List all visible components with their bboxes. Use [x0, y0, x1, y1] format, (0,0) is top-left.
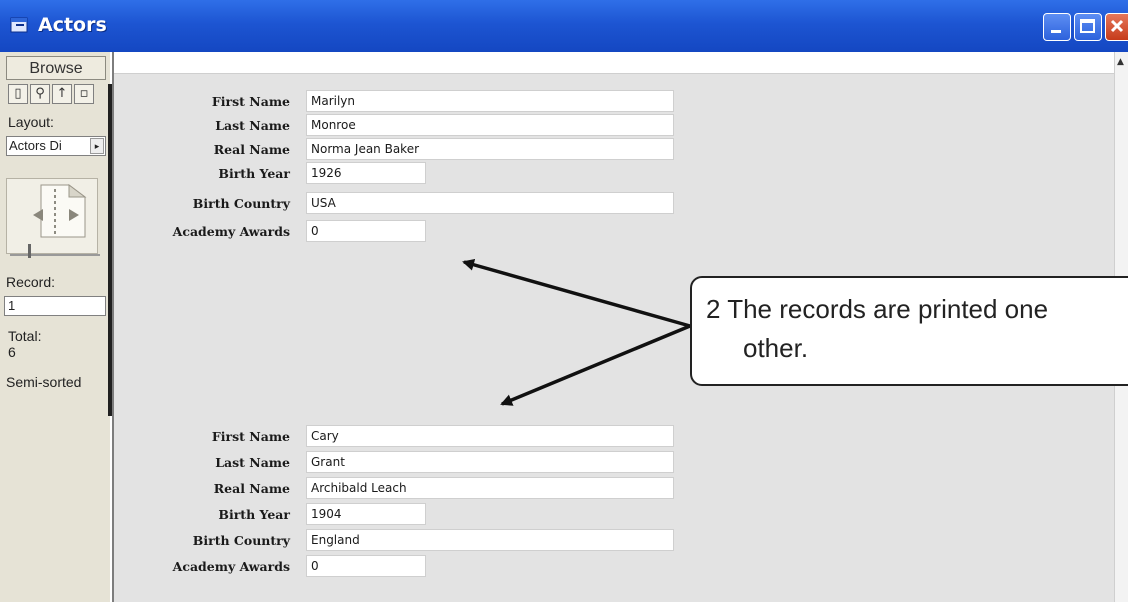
window-title: Actors — [38, 14, 107, 36]
field-birth-year[interactable]: 1926 — [306, 162, 426, 184]
window-titlebar — [0, 0, 1128, 52]
field-label-birth-country: Birth Country — [192, 533, 290, 548]
field-first-name[interactable]: Marilyn — [306, 90, 674, 112]
field-birth-country[interactable]: USA — [306, 192, 674, 214]
field-label-first-name: First Name — [211, 94, 290, 109]
field-last-name[interactable]: Monroe — [306, 114, 674, 136]
minimize-icon — [1051, 30, 1061, 33]
field-label-birth-year: Birth Year — [218, 507, 290, 522]
callout-text-line2: other. — [743, 333, 809, 363]
minimize-button[interactable] — [1043, 13, 1071, 41]
field-label-academy-awards: Academy Awards — [172, 559, 290, 574]
field-label-birth-year: Birth Year — [218, 166, 290, 181]
book-icon — [33, 184, 87, 238]
record-number-input[interactable]: 1 — [4, 296, 106, 316]
field-last-name[interactable]: Grant — [306, 451, 674, 473]
sort-status: Semi-sorted — [6, 374, 82, 390]
field-birth-year[interactable]: 1904 — [306, 503, 426, 525]
mode-icons: ▯ ⚲ ↑ ▫ — [8, 84, 108, 104]
chevron-right-icon[interactable]: ▸ — [90, 138, 104, 154]
record-book-control[interactable] — [6, 178, 98, 254]
close-button[interactable] — [1105, 13, 1128, 41]
field-first-name[interactable]: Cary — [306, 425, 674, 447]
annotation-callout — [690, 276, 1128, 386]
field-academy-awards[interactable]: 0 — [306, 555, 426, 577]
browse-mode-icon[interactable]: ▯ — [8, 84, 28, 104]
content-header-strip — [114, 52, 1114, 74]
total-label: Total: — [8, 328, 42, 344]
status-area — [0, 52, 110, 602]
field-label-first-name: First Name — [211, 429, 290, 444]
callout-text-line1: 2 The records are printed one — [706, 294, 1049, 324]
layout-select[interactable]: Actors Di ▸ — [6, 136, 106, 156]
preview-mode-icon[interactable]: ▫ — [74, 84, 94, 104]
layout-select-value: Actors Di — [9, 138, 62, 153]
field-label-real-name: Real Name — [213, 481, 290, 496]
field-label-real-name: Real Name — [213, 142, 290, 157]
layout-label: Layout: — [8, 114, 54, 130]
scroll-up-icon[interactable]: ▲ — [1117, 57, 1124, 67]
maximize-icon — [1080, 19, 1095, 33]
close-icon — [1110, 19, 1124, 33]
record-label: Record: — [6, 274, 56, 290]
field-real-name[interactable]: Norma Jean Baker — [306, 138, 674, 160]
maximize-button[interactable] — [1074, 13, 1102, 41]
field-label-last-name: Last Name — [215, 455, 290, 470]
total-count: 6 — [8, 344, 16, 360]
find-mode-icon[interactable]: ⚲ — [30, 84, 50, 104]
field-birth-country[interactable]: England — [306, 529, 674, 551]
field-academy-awards[interactable]: 0 — [306, 220, 426, 242]
record-slider-track[interactable] — [10, 254, 100, 256]
field-label-last-name: Last Name — [215, 118, 290, 133]
layout-mode-icon[interactable]: ↑ — [52, 84, 72, 104]
record-slider-handle[interactable] — [28, 244, 31, 258]
field-label-birth-country: Birth Country — [192, 196, 290, 211]
field-real-name[interactable]: Archibald Leach — [306, 477, 674, 499]
database-icon — [10, 17, 28, 33]
field-label-academy-awards: Academy Awards — [172, 224, 290, 239]
browse-mode-tab[interactable]: Browse — [6, 56, 106, 80]
